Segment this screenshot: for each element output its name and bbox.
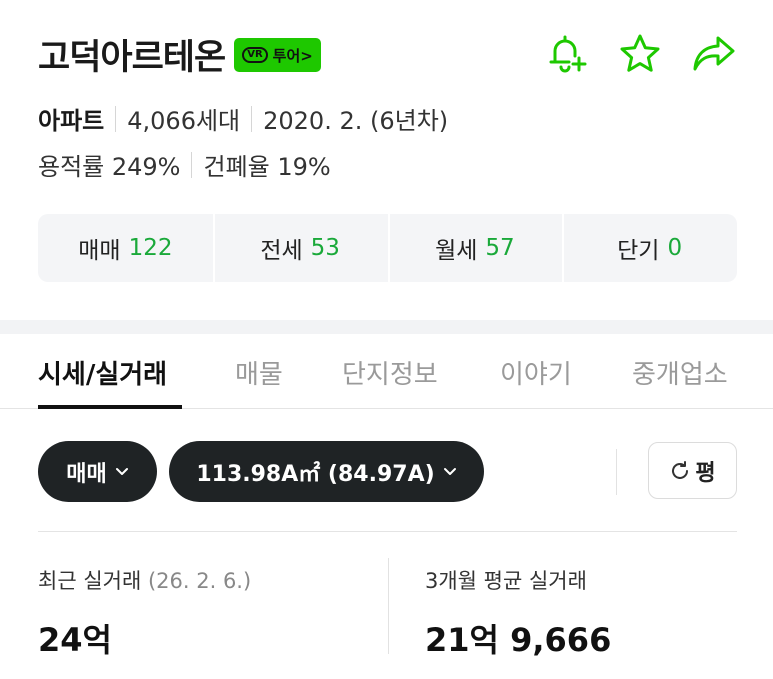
section-divider [38, 531, 737, 532]
page-title: 고덕아르테온 [38, 37, 226, 78]
count-sale[interactable]: 매매 122 [38, 214, 213, 282]
active-tab-indicator [38, 405, 182, 409]
count-value: 57 [485, 235, 515, 261]
count-monthly[interactable]: 월세 57 [387, 214, 563, 282]
count-label: 매매 [78, 238, 121, 264]
average-price: 21억 9,666 [425, 621, 612, 659]
tab-community[interactable]: 이야기 [500, 354, 572, 391]
listing-counts: 매매 122 전세 53 월세 57 단기 0 [38, 214, 737, 282]
divider [191, 151, 193, 178]
vr-tour-badge[interactable]: VR 투어> [234, 38, 321, 72]
count-label: 전세 [260, 238, 303, 264]
household-count: 4,066세대 [127, 107, 241, 135]
deal-type-dropdown[interactable]: 매매 [38, 441, 157, 502]
vr-tour-label: 투어> [272, 46, 313, 65]
average-label: 3개월 평균 실거래 [425, 569, 587, 593]
area-value: 113.98A㎡ (84.97A) [196, 461, 435, 487]
count-short-term[interactable]: 단기 0 [562, 214, 737, 282]
chevron-down-icon [115, 467, 129, 477]
count-label: 월세 [435, 238, 478, 264]
floor-area-ratio: 용적률 249% [38, 153, 181, 181]
built-date: 2020. 2. (6년차) [263, 107, 449, 135]
tab-bar: 시세/실거래 매물 단지정보 이야기 중개업소 [0, 334, 773, 409]
complex-ratios: 용적률 249% 건폐율 19% [38, 147, 331, 182]
section-separator [0, 320, 773, 334]
chevron-down-icon [443, 467, 457, 477]
complex-info: 아파트 4,066세대 2020. 2. (6년차) [38, 101, 448, 136]
divider [115, 105, 117, 132]
tab-agencies[interactable]: 중개업소 [632, 354, 728, 391]
unit-toggle-button[interactable]: 평 [648, 442, 737, 499]
property-type: 아파트 [38, 107, 105, 135]
recent-transaction-label: 최근 실거래 (26. 2. 6.) [38, 565, 251, 595]
tab-complex-info[interactable]: 단지정보 [342, 354, 438, 391]
three-month-average: 3개월 평균 실거래 21억 9,666 [425, 565, 611, 661]
bell-plus-icon[interactable] [542, 30, 590, 78]
unit-toggle-label: 평 [695, 460, 716, 486]
star-icon[interactable] [616, 30, 664, 78]
stats-divider [388, 558, 389, 654]
deal-type-value: 매매 [66, 461, 107, 487]
tab-price-transactions[interactable]: 시세/실거래 [38, 354, 167, 391]
count-value: 53 [310, 235, 340, 261]
recent-transaction: 최근 실거래 (26. 2. 6.) 24억 [38, 565, 251, 661]
filter-divider [616, 449, 617, 495]
recent-transaction-price: 24억 [38, 621, 112, 659]
header-actions [542, 30, 738, 78]
share-icon[interactable] [690, 30, 738, 78]
count-value: 0 [667, 235, 683, 261]
count-label: 단기 [617, 238, 660, 264]
tab-listings[interactable]: 매물 [235, 354, 283, 391]
refresh-icon [669, 460, 691, 482]
recent-label-text: 최근 실거래 [38, 569, 142, 593]
vr-icon: VR [242, 47, 268, 63]
building-coverage-ratio: 건폐율 19% [203, 153, 331, 181]
divider [251, 105, 253, 132]
area-dropdown[interactable]: 113.98A㎡ (84.97A) [169, 441, 484, 502]
count-value: 122 [128, 235, 173, 261]
recent-transaction-date: (26. 2. 6.) [147, 569, 252, 593]
count-jeonse[interactable]: 전세 53 [212, 214, 388, 282]
complex-header: 고덕아르테온 VR 투어> [38, 30, 738, 78]
